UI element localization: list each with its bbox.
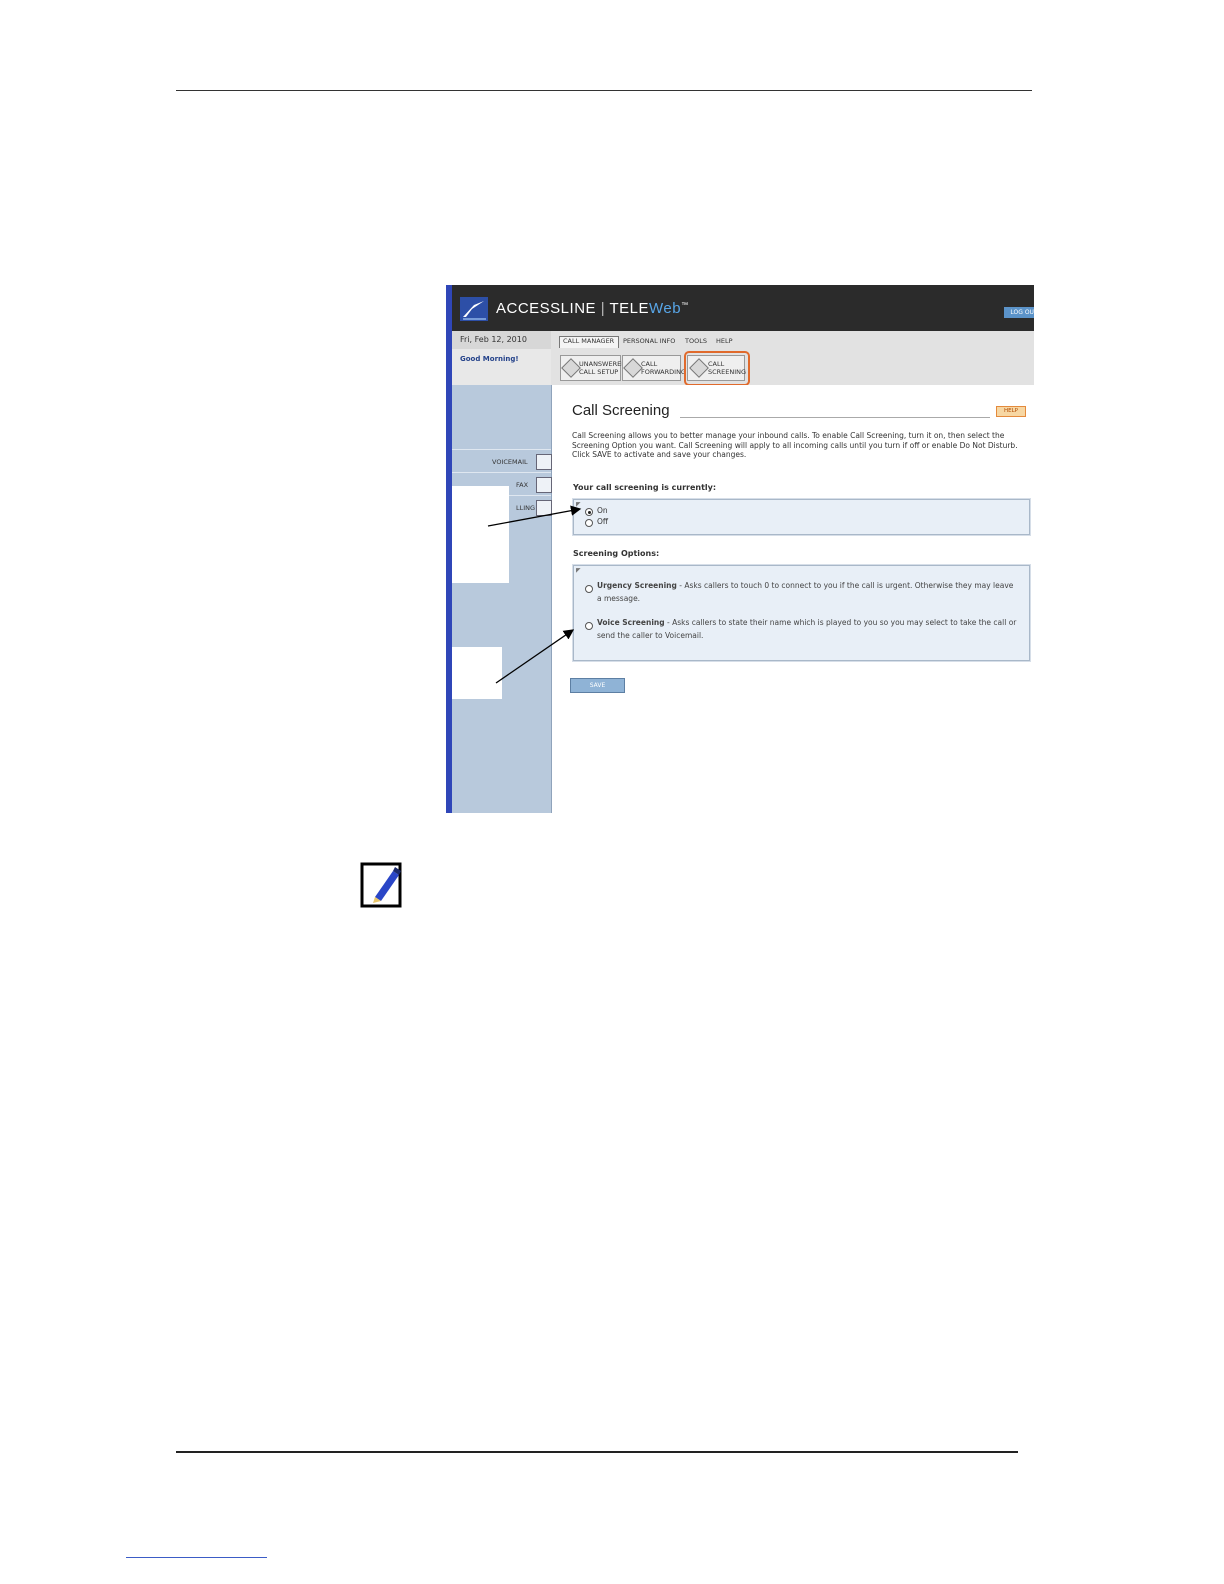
screenshot-call-screening: ACCESSLINE | TELEWeb™ LOG OUT Fri, Feb 1… bbox=[446, 285, 1034, 813]
callout-arrow-options bbox=[495, 629, 575, 684]
footer-rule bbox=[176, 1451, 1018, 1453]
callout-arrow-status bbox=[487, 505, 582, 527]
footer-link-underline[interactable] bbox=[126, 1557, 267, 1558]
callout-arrows bbox=[487, 505, 582, 684]
note-icon bbox=[359, 859, 405, 909]
header-rule bbox=[176, 90, 1032, 91]
